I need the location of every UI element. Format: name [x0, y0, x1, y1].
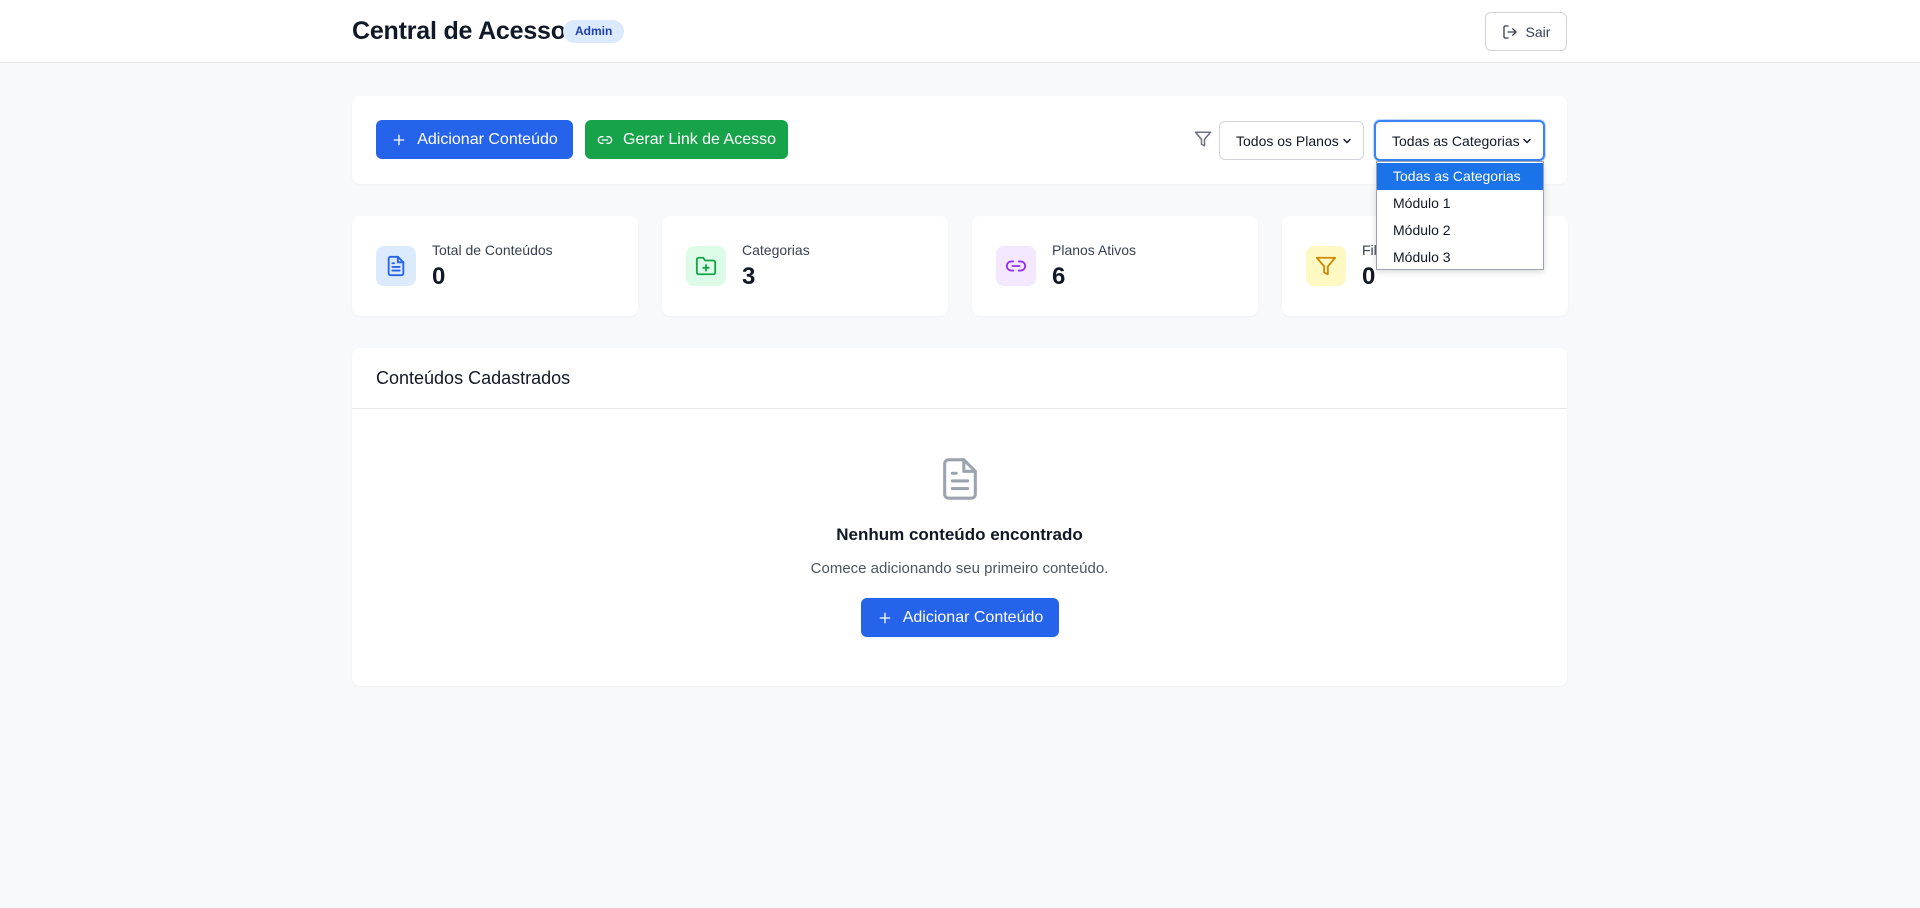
generate-link-label: Gerar Link de Acesso	[623, 130, 776, 148]
content-list-title: Conteúdos Cadastrados	[376, 367, 571, 388]
dropdown-option-modulo-2[interactable]: Módulo 2	[1377, 217, 1543, 244]
stat-icon-wrapper	[1306, 246, 1346, 286]
folder-plus-icon	[695, 256, 717, 276]
top-header: Central de Acesso Admin Sair	[0, 0, 1920, 63]
filter-icon	[1315, 256, 1337, 276]
plans-select-value: Todos os Planos	[1236, 132, 1339, 149]
chevron-down-icon	[1523, 138, 1531, 143]
stat-card-active-plans: Planos Ativos 6	[972, 216, 1258, 316]
empty-state-subtitle: Comece adicionando seu primeiro conteúdo…	[810, 560, 1109, 577]
link-icon	[597, 135, 613, 144]
dropdown-option-all-categories[interactable]: Todas as Categorias	[1377, 163, 1543, 190]
stat-icon-wrapper	[686, 246, 726, 286]
stat-icon-wrapper	[376, 246, 416, 286]
filter-icon	[1194, 131, 1212, 147]
stat-value: 0	[1362, 263, 1376, 290]
chevron-down-icon	[1343, 138, 1351, 143]
stat-label: Planos Ativos	[1052, 242, 1137, 258]
document-icon	[943, 458, 977, 500]
add-content-button[interactable]: Adicionar Conteúdo	[376, 120, 573, 159]
dropdown-option-modulo-3[interactable]: Módulo 3	[1377, 244, 1543, 271]
logout-icon	[1502, 24, 1517, 39]
document-icon	[387, 255, 405, 277]
link-icon	[1005, 260, 1027, 272]
stat-value: 0	[432, 263, 446, 290]
categories-select[interactable]: Todas as Categorias	[1374, 120, 1545, 161]
empty-add-content-button[interactable]: Adicionar Conteúdo	[861, 598, 1059, 637]
categories-dropdown-list: Todas as Categorias Módulo 1 Módulo 2 Mó…	[1376, 161, 1544, 270]
categories-select-value: Todas as Categorias	[1392, 132, 1520, 149]
empty-add-content-label: Adicionar Conteúdo	[902, 608, 1044, 626]
generate-link-button[interactable]: Gerar Link de Acesso	[585, 120, 788, 159]
empty-state-title: Nenhum conteúdo encontrado	[836, 525, 1083, 544]
stat-icon-wrapper	[996, 246, 1036, 286]
plus-icon	[879, 612, 891, 623]
role-badge: Admin	[563, 20, 625, 43]
plans-select[interactable]: Todos os Planos	[1219, 121, 1364, 160]
plus-icon	[393, 134, 405, 145]
stat-card-categories: Categorias 3	[662, 216, 948, 316]
stat-label: Categorias	[742, 242, 810, 258]
stat-value: 3	[742, 263, 756, 290]
stat-value: 6	[1052, 263, 1066, 290]
content-list-header: Conteúdos Cadastrados	[352, 348, 1567, 409]
stat-label: Total de Conteúdos	[432, 242, 553, 258]
add-content-label: Adicionar Conteúdo	[417, 130, 558, 148]
logout-button[interactable]: Sair	[1485, 12, 1567, 51]
dropdown-option-modulo-1[interactable]: Módulo 1	[1377, 190, 1543, 217]
stat-label: Fil	[1362, 242, 1377, 258]
app-title: Central de Acesso	[352, 17, 566, 45]
logout-label: Sair	[1525, 23, 1551, 40]
stat-card-total-contents: Total de Conteúdos 0	[352, 216, 638, 316]
